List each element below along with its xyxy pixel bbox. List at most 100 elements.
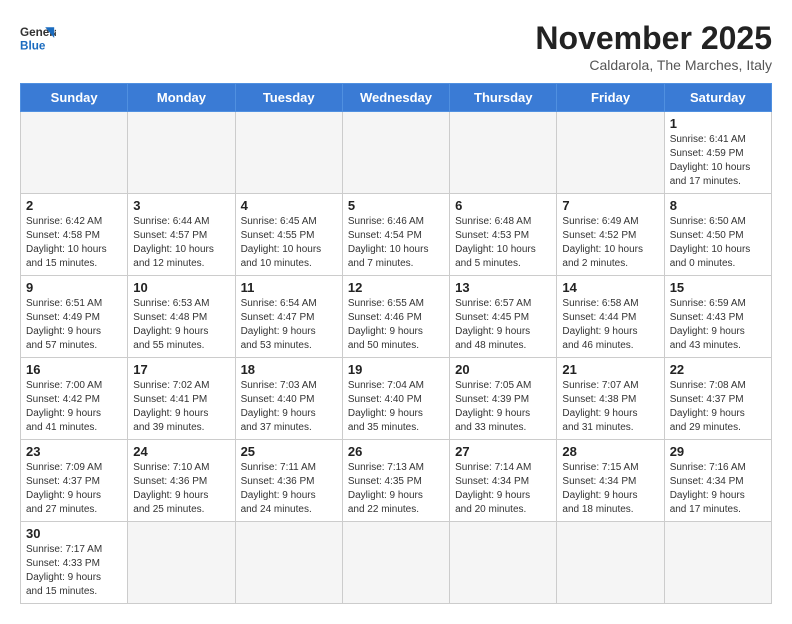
- calendar-day-cell: [557, 112, 664, 194]
- day-number: 22: [670, 362, 766, 377]
- day-info: Sunrise: 6:48 AM Sunset: 4:53 PM Dayligh…: [455, 215, 551, 271]
- weekday-header: Wednesday: [342, 84, 449, 112]
- day-number: 14: [562, 280, 658, 295]
- calendar-day-cell: 20 Sunrise: 7:05 AM Sunset: 4:39 PM Dayli…: [450, 358, 557, 440]
- calendar-day-cell: 5 Sunrise: 6:46 AM Sunset: 4:54 PM Daylig…: [342, 194, 449, 276]
- calendar-day-cell: 19Sunrise: 7:04 AM Sunset: 4:40 PM Dayli…: [342, 358, 449, 440]
- calendar-day-cell: 16 Sunrise: 7:00 AM Sunset: 4:42 PM Dayli…: [21, 358, 128, 440]
- calendar-day-cell: [557, 522, 664, 604]
- calendar-day-cell: [235, 522, 342, 604]
- day-info: Sunrise: 6:46 AM Sunset: 4:54 PM Dayligh…: [348, 215, 444, 271]
- calendar-day-cell: [342, 522, 449, 604]
- calendar-day-cell: 13Sunrise: 6:57 AM Sunset: 4:45 PM Dayli…: [450, 276, 557, 358]
- calendar-day-cell: 17 Sunrise: 7:02 AM Sunset: 4:41 PM Dayli…: [128, 358, 235, 440]
- day-number: 27: [455, 444, 551, 459]
- calendar-day-cell: 22 Sunrise: 7:08 AM Sunset: 4:37 PM Dayli…: [664, 358, 771, 440]
- day-info: Sunrise: 7:02 AM Sunset: 4:41 PM Dayligh…: [133, 379, 229, 435]
- day-info: Sunrise: 6:41 AM Sunset: 4:59 PM Dayligh…: [670, 133, 766, 189]
- calendar-day-cell: 29 Sunrise: 7:16 AM Sunset: 4:34 PM Dayli…: [664, 440, 771, 522]
- month-title: November 2025: [535, 20, 772, 57]
- day-info: Sunrise: 7:04 AM Sunset: 4:40 PM Dayligh…: [348, 379, 444, 435]
- calendar-day-cell: 2 Sunrise: 6:42 AM Sunset: 4:58 PM Daylig…: [21, 194, 128, 276]
- calendar-day-cell: 11Sunrise: 6:54 AM Sunset: 4:47 PM Dayli…: [235, 276, 342, 358]
- calendar-day-cell: [342, 112, 449, 194]
- day-info: Sunrise: 7:03 AM Sunset: 4:40 PM Dayligh…: [241, 379, 337, 435]
- day-info: Sunrise: 7:09 AM Sunset: 4:37 PM Dayligh…: [26, 461, 122, 517]
- weekday-header: Sunday: [21, 84, 128, 112]
- weekday-header: Friday: [557, 84, 664, 112]
- day-number: 2: [26, 198, 122, 213]
- day-number: 10: [133, 280, 229, 295]
- calendar-day-cell: [128, 112, 235, 194]
- day-info: Sunrise: 7:05 AM Sunset: 4:39 PM Dayligh…: [455, 379, 551, 435]
- day-info: Sunrise: 7:17 AM Sunset: 4:33 PM Dayligh…: [26, 543, 122, 599]
- calendar-week-row: 1Sunrise: 6:41 AM Sunset: 4:59 PM Daylig…: [21, 112, 772, 194]
- calendar-week-row: 16 Sunrise: 7:00 AM Sunset: 4:42 PM Dayli…: [21, 358, 772, 440]
- day-number: 17: [133, 362, 229, 377]
- calendar-week-row: 23Sunrise: 7:09 AM Sunset: 4:37 PM Dayli…: [21, 440, 772, 522]
- calendar-day-cell: 24 Sunrise: 7:10 AM Sunset: 4:36 PM Dayli…: [128, 440, 235, 522]
- day-info: Sunrise: 6:50 AM Sunset: 4:50 PM Dayligh…: [670, 215, 766, 271]
- calendar-day-cell: 18 Sunrise: 7:03 AM Sunset: 4:40 PM Dayli…: [235, 358, 342, 440]
- day-number: 3: [133, 198, 229, 213]
- day-info: Sunrise: 7:08 AM Sunset: 4:37 PM Dayligh…: [670, 379, 766, 435]
- header: General Blue November 2025 Caldarola, Th…: [20, 20, 772, 73]
- calendar-day-cell: 28Sunrise: 7:15 AM Sunset: 4:34 PM Dayli…: [557, 440, 664, 522]
- weekday-header: Monday: [128, 84, 235, 112]
- day-number: 6: [455, 198, 551, 213]
- weekday-header: Tuesday: [235, 84, 342, 112]
- logo: General Blue: [20, 20, 56, 56]
- calendar-day-cell: 3 Sunrise: 6:44 AM Sunset: 4:57 PM Daylig…: [128, 194, 235, 276]
- day-number: 4: [241, 198, 337, 213]
- calendar-body: 1Sunrise: 6:41 AM Sunset: 4:59 PM Daylig…: [21, 112, 772, 604]
- calendar-day-cell: 23Sunrise: 7:09 AM Sunset: 4:37 PM Dayli…: [21, 440, 128, 522]
- day-number: 5: [348, 198, 444, 213]
- day-info: Sunrise: 6:45 AM Sunset: 4:55 PM Dayligh…: [241, 215, 337, 271]
- calendar-day-cell: [128, 522, 235, 604]
- day-info: Sunrise: 7:16 AM Sunset: 4:34 PM Dayligh…: [670, 461, 766, 517]
- day-info: Sunrise: 7:10 AM Sunset: 4:36 PM Dayligh…: [133, 461, 229, 517]
- day-info: Sunrise: 6:49 AM Sunset: 4:52 PM Dayligh…: [562, 215, 658, 271]
- calendar-day-cell: 10 Sunrise: 6:53 AM Sunset: 4:48 PM Dayli…: [128, 276, 235, 358]
- calendar-day-cell: 6 Sunrise: 6:48 AM Sunset: 4:53 PM Daylig…: [450, 194, 557, 276]
- day-number: 13: [455, 280, 551, 295]
- day-number: 21: [562, 362, 658, 377]
- calendar-day-cell: 15Sunrise: 6:59 AM Sunset: 4:43 PM Dayli…: [664, 276, 771, 358]
- calendar-day-cell: 25Sunrise: 7:11 AM Sunset: 4:36 PM Dayli…: [235, 440, 342, 522]
- day-number: 18: [241, 362, 337, 377]
- calendar-day-cell: 27 Sunrise: 7:14 AM Sunset: 4:34 PM Dayli…: [450, 440, 557, 522]
- day-info: Sunrise: 7:14 AM Sunset: 4:34 PM Dayligh…: [455, 461, 551, 517]
- title-area: November 2025 Caldarola, The Marches, It…: [535, 20, 772, 73]
- day-info: Sunrise: 6:51 AM Sunset: 4:49 PM Dayligh…: [26, 297, 122, 353]
- calendar-day-cell: [235, 112, 342, 194]
- day-info: Sunrise: 6:44 AM Sunset: 4:57 PM Dayligh…: [133, 215, 229, 271]
- day-number: 20: [455, 362, 551, 377]
- calendar-day-cell: 12 Sunrise: 6:55 AM Sunset: 4:46 PM Dayli…: [342, 276, 449, 358]
- day-number: 12: [348, 280, 444, 295]
- calendar-day-cell: 9Sunrise: 6:51 AM Sunset: 4:49 PM Daylig…: [21, 276, 128, 358]
- day-number: 8: [670, 198, 766, 213]
- day-number: 7: [562, 198, 658, 213]
- day-info: Sunrise: 6:59 AM Sunset: 4:43 PM Dayligh…: [670, 297, 766, 353]
- day-info: Sunrise: 6:55 AM Sunset: 4:46 PM Dayligh…: [348, 297, 444, 353]
- day-info: Sunrise: 6:54 AM Sunset: 4:47 PM Dayligh…: [241, 297, 337, 353]
- calendar-header: SundayMondayTuesdayWednesdayThursdayFrid…: [21, 84, 772, 112]
- calendar-day-cell: 30 Sunrise: 7:17 AM Sunset: 4:33 PM Dayli…: [21, 522, 128, 604]
- calendar-day-cell: 7 Sunrise: 6:49 AM Sunset: 4:52 PM Daylig…: [557, 194, 664, 276]
- calendar-day-cell: 14Sunrise: 6:58 AM Sunset: 4:44 PM Dayli…: [557, 276, 664, 358]
- calendar-day-cell: 1Sunrise: 6:41 AM Sunset: 4:59 PM Daylig…: [664, 112, 771, 194]
- calendar-day-cell: 4 Sunrise: 6:45 AM Sunset: 4:55 PM Daylig…: [235, 194, 342, 276]
- calendar-day-cell: 26Sunrise: 7:13 AM Sunset: 4:35 PM Dayli…: [342, 440, 449, 522]
- calendar-week-row: 30 Sunrise: 7:17 AM Sunset: 4:33 PM Dayli…: [21, 522, 772, 604]
- calendar-day-cell: 8 Sunrise: 6:50 AM Sunset: 4:50 PM Daylig…: [664, 194, 771, 276]
- day-info: Sunrise: 7:00 AM Sunset: 4:42 PM Dayligh…: [26, 379, 122, 435]
- day-number: 16: [26, 362, 122, 377]
- day-number: 24: [133, 444, 229, 459]
- day-info: Sunrise: 6:53 AM Sunset: 4:48 PM Dayligh…: [133, 297, 229, 353]
- day-info: Sunrise: 6:42 AM Sunset: 4:58 PM Dayligh…: [26, 215, 122, 271]
- day-number: 29: [670, 444, 766, 459]
- calendar-day-cell: [450, 522, 557, 604]
- calendar-day-cell: 21Sunrise: 7:07 AM Sunset: 4:38 PM Dayli…: [557, 358, 664, 440]
- svg-text:Blue: Blue: [20, 40, 46, 53]
- day-number: 30: [26, 526, 122, 541]
